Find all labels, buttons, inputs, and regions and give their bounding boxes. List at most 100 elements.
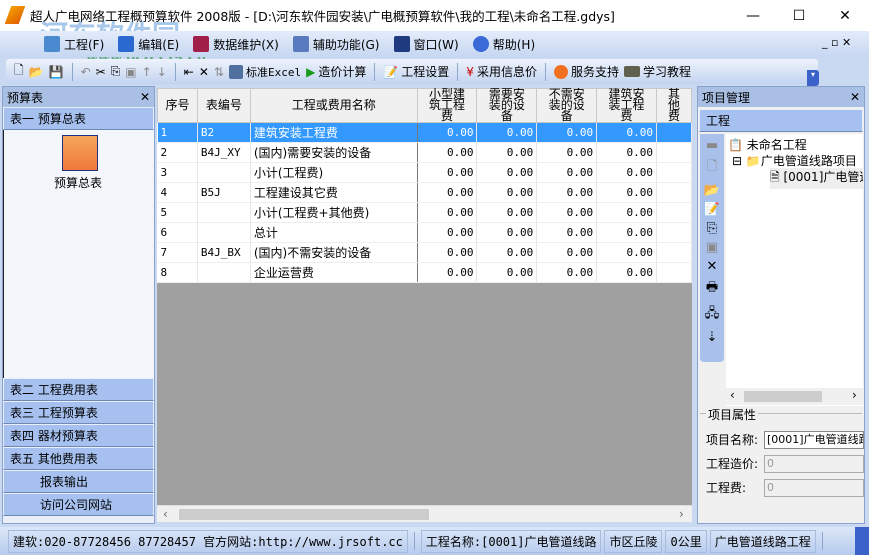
table-cell[interactable]: 0.00 [476,182,538,203]
scroll-left-icon[interactable]: ‹ [730,388,735,402]
section-item[interactable]: 表二 工程费用表 [3,378,154,401]
table-cell[interactable]: 0.00 [476,262,538,283]
table-cell[interactable]: 0.00 [536,222,598,243]
move-up-icon[interactable]: ↑ [142,65,152,79]
insert-row-icon[interactable]: ⇤ [184,65,194,79]
section-item[interactable]: 表三 工程预算表 [3,401,154,424]
copy-icon[interactable]: ⎘ [111,64,121,79]
menu-edit[interactable]: 编辑(E) [118,36,179,53]
tree-hscrollbar[interactable]: ‹ › [726,388,863,405]
settings-button[interactable]: 📝 工程设置 [383,63,449,80]
menu-data-maintenance[interactable]: 数据维护(X) [193,36,279,53]
table-cell[interactable]: 0.00 [476,202,538,223]
table-cell[interactable]: 7 [157,242,198,263]
table-cell[interactable]: 0.00 [596,242,657,263]
table-cell[interactable]: 0.00 [536,182,598,203]
table-cell[interactable]: (国内)不需安装的设备 [250,242,418,263]
table-row[interactable]: 3 小计(工程费) 0.00 0.00 0.00 0.00 [157,162,692,183]
menu-help[interactable]: 帮助(H) [472,36,535,53]
table-row[interactable]: 7 B4J_BX (国内)不需安装的设备 0.00 0.00 0.00 0.00 [157,242,692,263]
table-cell[interactable]: 0.00 [417,182,478,203]
table-cell[interactable] [656,142,692,163]
sort-az-icon[interactable]: ⇣ [707,330,718,345]
maximize-button[interactable]: ☐ [776,0,822,31]
save-icon[interactable]: 💾 [49,65,64,79]
table-cell[interactable] [197,222,251,243]
print-icon[interactable]: 🖶 [706,278,718,300]
menu-project[interactable]: 工程(F) [44,36,104,53]
table-cell[interactable]: 0.00 [417,122,478,143]
tree-root[interactable]: 📋 未命名工程 [728,136,807,153]
undo-icon[interactable]: ↶ [81,65,91,79]
table-cell[interactable]: 0.00 [536,162,598,183]
paste-icon[interactable]: ▣ [125,65,136,79]
folder-icon[interactable]: ▬ [706,138,718,153]
calc-button[interactable]: ▶ 造价计算 [306,63,366,80]
budget-summary-icon[interactable] [62,135,98,171]
close-panel-icon[interactable]: ✕ [850,90,860,104]
scroll-right-icon[interactable]: › [679,507,684,521]
table-cell[interactable]: 总计 [250,222,418,243]
tree-folder[interactable]: ⊟ 📁广电管道线路项目 [732,152,857,169]
table-cell[interactable] [656,162,692,183]
table-cell[interactable]: 建筑安装工程费 [250,122,418,143]
table-cell[interactable]: 0.00 [476,162,538,183]
table-cell[interactable]: 0.00 [417,202,478,223]
table-cell[interactable]: 6 [157,222,198,243]
table-cell[interactable]: 0.00 [417,162,478,183]
table-cell[interactable]: 0.00 [536,122,598,143]
budget-summary-label[interactable]: 预算总表 [54,174,102,191]
table-cell[interactable]: 5 [157,202,198,223]
report-output-button[interactable]: 报表输出 [3,470,154,493]
table-cell[interactable]: 0.00 [536,202,598,223]
scroll-left-icon[interactable]: ‹ [163,507,168,521]
table-cell[interactable]: 0.00 [417,142,478,163]
table-cell[interactable]: 0.00 [536,142,598,163]
tree-item[interactable]: 🗎 [0001]广电管道线路 [770,168,863,189]
tab-project[interactable]: 工程 [699,109,863,132]
table-row[interactable]: 1 B2 建筑安装工程费 0.00 0.00 0.00 0.00 [157,122,692,143]
table-cell[interactable]: 0.00 [476,222,538,243]
column-header[interactable]: 需要安装的设备 [476,88,538,123]
delete-icon[interactable]: ✕ [199,65,209,79]
table-cell[interactable]: 0.00 [596,202,657,223]
table-cell[interactable]: B4J_BX [197,242,251,263]
table-cell[interactable] [656,122,692,143]
support-button[interactable]: 服务支持 [553,63,619,80]
section-item[interactable]: 表四 器材预算表 [3,424,154,447]
sort-icon[interactable]: ⇅ [214,65,224,79]
new-icon[interactable]: 🗋 [14,61,24,82]
menu-tools[interactable]: 辅助功能(G) [292,36,380,53]
move-down-icon[interactable]: ↓ [157,65,167,79]
table-cell[interactable]: 8 [157,262,198,283]
table-cell[interactable] [197,262,251,283]
table-cell[interactable] [197,162,251,183]
mdi-controls[interactable]: _ ▫ ✕ [822,36,851,49]
column-header[interactable]: 小型建筑工程费 [416,88,478,123]
table-cell[interactable]: B2 [197,122,251,143]
excel-button[interactable]: 标准Excel [228,64,301,80]
table-cell[interactable] [656,202,692,223]
table-row[interactable]: 5 小计(工程费+其他费) 0.00 0.00 0.00 0.00 [157,202,692,223]
column-header[interactable]: 序号 [157,88,198,123]
section-item[interactable]: 表五 其他费用表 [3,447,154,470]
table-cell[interactable]: 0.00 [596,122,657,143]
close-panel-icon[interactable]: ✕ [140,90,150,104]
table-cell[interactable]: 0.00 [596,162,657,183]
table-cell[interactable] [656,262,692,283]
horizontal-scrollbar[interactable]: ‹ › [157,505,692,522]
table-cell[interactable]: 0.00 [417,262,478,283]
table-row[interactable]: 2 B4J_XY (国内)需要安装的设备 0.00 0.00 0.00 0.00 [157,142,692,163]
table-cell[interactable]: 0.00 [596,222,657,243]
table-cell[interactable]: 0.00 [596,142,657,163]
copy-icon[interactable]: ⎘ [707,221,717,236]
table-cell[interactable]: 3 [157,162,198,183]
info-price-button[interactable]: ¥ 采用信息价 [466,63,537,80]
properties-icon[interactable]: 📝 [704,202,720,217]
table-cell[interactable] [656,242,692,263]
table-cell[interactable]: 0.00 [596,262,657,283]
table-cell[interactable]: 工程建设其它费 [250,182,418,203]
column-header[interactable]: 不需安装的设备 [536,88,598,123]
minimize-button[interactable]: — [730,0,776,31]
table-row[interactable]: 6 总计 0.00 0.00 0.00 0.00 [157,222,692,243]
